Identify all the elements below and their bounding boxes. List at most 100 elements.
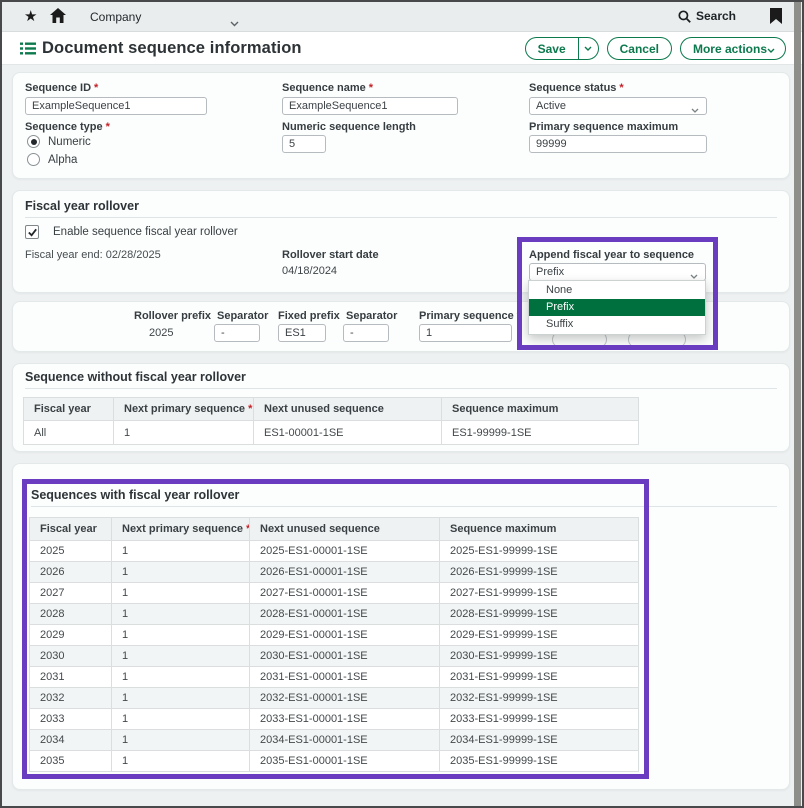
home-icon[interactable] bbox=[50, 8, 66, 28]
sequence-name-input[interactable] bbox=[282, 97, 458, 115]
table-cell: 2033-ES1-00001-1SE bbox=[250, 709, 440, 730]
radio-selected-icon bbox=[27, 135, 40, 148]
table-cell: 2028-ES1-00001-1SE bbox=[250, 604, 440, 625]
table-cell: 2025-ES1-99999-1SE bbox=[440, 541, 639, 562]
append-fiscal-year-select[interactable]: Prefix bbox=[529, 263, 706, 281]
table-cell: 2030-ES1-00001-1SE bbox=[250, 646, 440, 667]
sequence-id-label: Sequence ID* bbox=[25, 82, 98, 94]
fiscal-year-end-text: Fiscal year end: 02/28/2025 bbox=[25, 249, 161, 261]
save-button[interactable]: Save bbox=[525, 37, 599, 60]
numeric-length-label: Numeric sequence length bbox=[282, 121, 416, 133]
table-cell: 2035-ES1-99999-1SE bbox=[440, 751, 639, 772]
cancel-button[interactable]: Cancel bbox=[607, 37, 672, 60]
table-cell: 2026 bbox=[30, 562, 112, 583]
chevron-down-icon[interactable] bbox=[230, 14, 239, 32]
record-list-icon[interactable] bbox=[20, 42, 36, 60]
vertical-scrollbar[interactable] bbox=[794, 2, 801, 806]
rollover-start-date-value: 04/18/2024 bbox=[282, 265, 337, 277]
table-cell: 2032-ES1-99999-1SE bbox=[440, 688, 639, 709]
table-cell: 2029 bbox=[30, 625, 112, 646]
sequence-status-label: Sequence status* bbox=[529, 82, 624, 94]
sequence-id-input[interactable] bbox=[25, 97, 207, 115]
table-header-row: Fiscal year Next primary sequence* Next … bbox=[24, 398, 639, 421]
favorite-star-icon[interactable]: ★ bbox=[24, 7, 37, 25]
rollover-prefix-label: Rollover prefix bbox=[134, 310, 211, 322]
table-row: 202912029-ES1-00001-1SE2029-ES1-99999-1S… bbox=[30, 625, 639, 646]
radio-unselected-icon bbox=[27, 153, 40, 166]
table-cell: 1 bbox=[112, 667, 250, 688]
sequence-status-select[interactable]: Active bbox=[529, 97, 707, 115]
primary-max-label: Primary sequence maximum bbox=[529, 121, 678, 133]
table-cell: 2035-ES1-00001-1SE bbox=[250, 751, 440, 772]
separator-label: Separator bbox=[217, 310, 268, 322]
table-cell: 2025 bbox=[30, 541, 112, 562]
separator2-label: Separator bbox=[346, 310, 397, 322]
table-row: 203312033-ES1-00001-1SE2033-ES1-99999-1S… bbox=[30, 709, 639, 730]
table-cell: 2032-ES1-00001-1SE bbox=[250, 688, 440, 709]
save-dropdown-chevron-icon[interactable] bbox=[578, 38, 598, 59]
menu-option-suffix[interactable]: Suffix bbox=[529, 316, 705, 333]
sequence-without-rollover-card: Sequence without fiscal year rollover Fi… bbox=[12, 363, 790, 452]
table-cell: 2034-ES1-99999-1SE bbox=[440, 730, 639, 751]
table-cell: 1 bbox=[112, 751, 250, 772]
column-header: Next unused sequence bbox=[254, 398, 442, 421]
table-row: 203512035-ES1-00001-1SE2035-ES1-99999-1S… bbox=[30, 751, 639, 772]
bookmark-icon[interactable] bbox=[770, 8, 782, 29]
menu-option-none[interactable]: None bbox=[529, 282, 705, 299]
table-row: 202512025-ES1-00001-1SE2025-ES1-99999-1S… bbox=[30, 541, 639, 562]
radio-alpha[interactable]: Alpha bbox=[27, 153, 77, 166]
table-cell: 2027 bbox=[30, 583, 112, 604]
table-cell: 2031-ES1-00001-1SE bbox=[250, 667, 440, 688]
top-app-bar: ★ Company Search bbox=[2, 2, 802, 32]
table-cell: 2031-ES1-99999-1SE bbox=[440, 667, 639, 688]
table-cell: 2033-ES1-99999-1SE bbox=[440, 709, 639, 730]
section-title: Sequence without fiscal year rollover bbox=[25, 370, 246, 384]
table-cell: ES1-99999-1SE bbox=[442, 421, 639, 445]
chevron-down-icon bbox=[767, 42, 785, 56]
more-actions-button[interactable]: More actions bbox=[680, 37, 786, 60]
page-title: Document sequence information bbox=[42, 39, 302, 58]
chevron-down-icon bbox=[691, 104, 699, 116]
sequence-type-label: Sequence type* bbox=[25, 121, 110, 133]
numeric-length-input[interactable] bbox=[282, 135, 326, 153]
column-header: Next unused sequence bbox=[250, 518, 440, 541]
table-row: All1ES1-00001-1SEES1-99999-1SE bbox=[24, 421, 639, 445]
fixed-prefix-input[interactable] bbox=[278, 324, 326, 342]
column-header: Fiscal year bbox=[24, 398, 114, 421]
table-row: 202612026-ES1-00001-1SE2026-ES1-99999-1S… bbox=[30, 562, 639, 583]
table-cell: 1 bbox=[112, 541, 250, 562]
sequences-with-rollover-table: Fiscal year Next primary sequence* Next … bbox=[29, 517, 639, 772]
table-cell: 1 bbox=[112, 709, 250, 730]
append-fiscal-year-label: Append fiscal year to sequence bbox=[529, 249, 694, 261]
table-cell: 2025-ES1-00001-1SE bbox=[250, 541, 440, 562]
table-cell: 2027-ES1-99999-1SE bbox=[440, 583, 639, 604]
table-cell: 2030-ES1-99999-1SE bbox=[440, 646, 639, 667]
enable-rollover-checkbox[interactable]: Enable sequence fiscal year rollover bbox=[25, 225, 238, 239]
column-header: Sequence maximum bbox=[442, 398, 639, 421]
table-row: 203212032-ES1-00001-1SE2032-ES1-99999-1S… bbox=[30, 688, 639, 709]
divider bbox=[25, 388, 777, 389]
table-cell: 2029-ES1-99999-1SE bbox=[440, 625, 639, 646]
divider bbox=[31, 506, 777, 507]
table-header-row: Fiscal year Next primary sequence* Next … bbox=[30, 518, 639, 541]
menu-option-prefix[interactable]: Prefix bbox=[529, 299, 705, 316]
checkbox-checked-icon bbox=[25, 225, 39, 239]
rollover-start-date-label: Rollover start date bbox=[282, 249, 379, 261]
table-cell: 2028-ES1-99999-1SE bbox=[440, 604, 639, 625]
sequences-with-rollover-card: Sequences with fiscal year rollover Fisc… bbox=[12, 463, 790, 790]
table-cell: 2034-ES1-00001-1SE bbox=[250, 730, 440, 751]
table-cell: 1 bbox=[112, 646, 250, 667]
table-cell: 2030 bbox=[30, 646, 112, 667]
rollover-prefix-value: 2025 bbox=[149, 327, 173, 339]
table-cell: 1 bbox=[112, 688, 250, 709]
column-header: Sequence maximum bbox=[440, 518, 639, 541]
separator2-input[interactable] bbox=[343, 324, 389, 342]
company-menu[interactable]: Company bbox=[90, 10, 141, 24]
primary-max-input[interactable] bbox=[529, 135, 707, 153]
separator-input[interactable] bbox=[214, 324, 260, 342]
table-row: 203012030-ES1-00001-1SE2030-ES1-99999-1S… bbox=[30, 646, 639, 667]
table-cell: 2027-ES1-00001-1SE bbox=[250, 583, 440, 604]
primary-sequence-input[interactable] bbox=[419, 324, 512, 342]
radio-numeric[interactable]: Numeric bbox=[27, 135, 91, 148]
search-button[interactable]: Search bbox=[678, 9, 736, 23]
